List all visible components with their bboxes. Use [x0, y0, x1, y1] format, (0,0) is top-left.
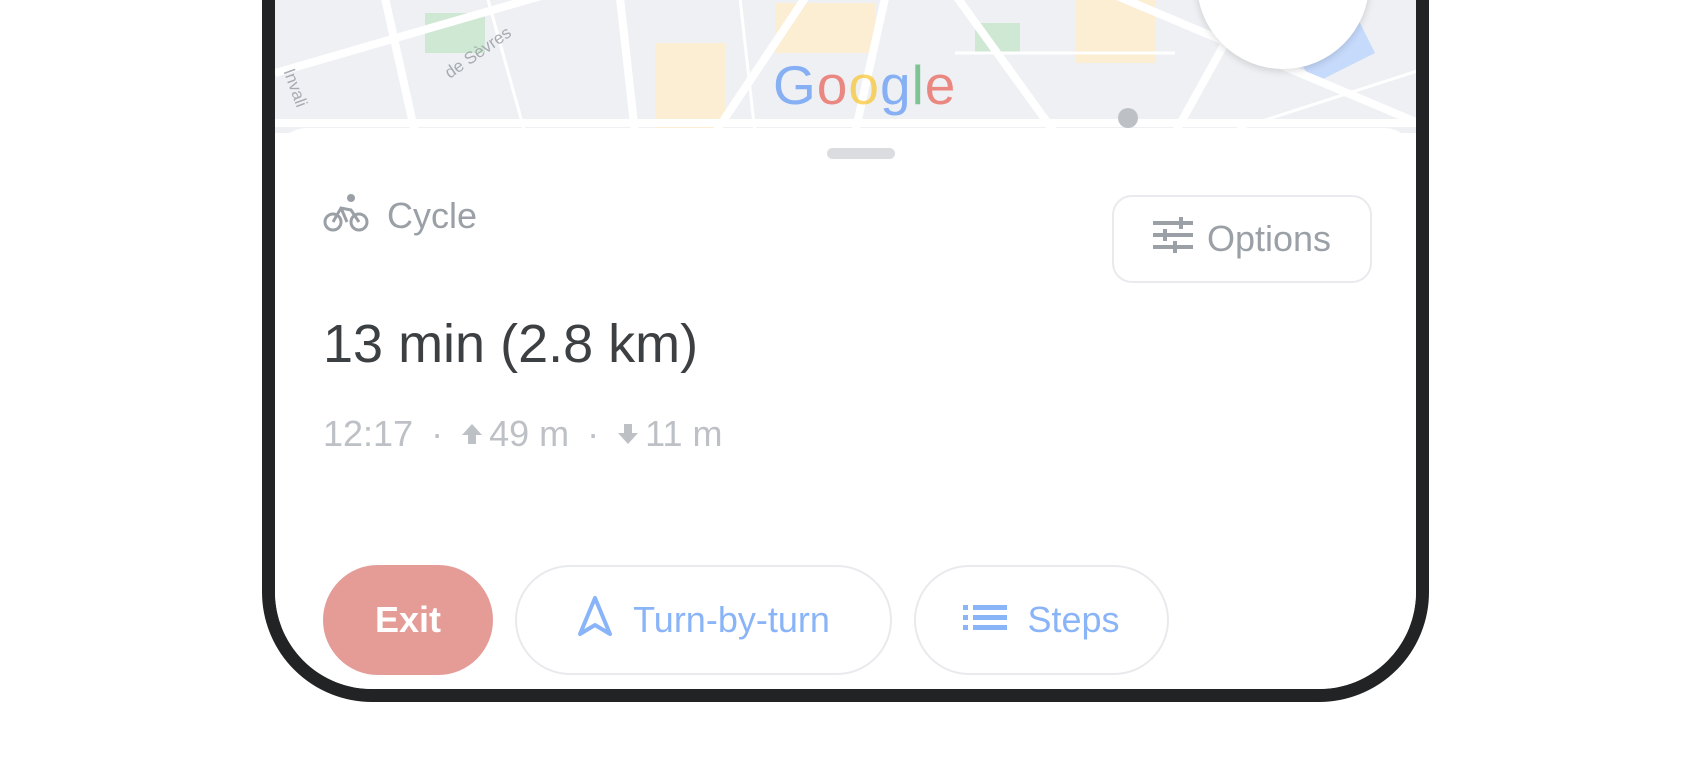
list-icon [963, 599, 1008, 641]
ascent-value: 49 m [489, 413, 570, 454]
route-meta: 12:17 · 49 m · 11 m [323, 413, 723, 455]
steps-label: Steps [1027, 599, 1120, 640]
tune-sliders-icon [1152, 216, 1193, 262]
travel-mode-label: Cycle [387, 194, 478, 236]
descent-arrow-icon [617, 422, 639, 446]
separator: · [587, 413, 600, 454]
travel-mode: Cycle [323, 192, 477, 239]
exit-button[interactable]: Exit [323, 565, 493, 675]
options-button[interactable]: Options [1112, 195, 1372, 283]
route-duration: 13 min (2.8 km) [323, 314, 699, 374]
google-logo: Google [773, 54, 957, 116]
action-buttons: Exit Turn-by-turn Steps [323, 565, 1169, 675]
navigation-arrow-icon [577, 595, 613, 646]
turn-by-turn-button[interactable]: Turn-by-turn [515, 565, 892, 675]
turn-by-turn-label: Turn-by-turn [633, 599, 830, 640]
sheet-drag-handle[interactable] [827, 148, 895, 159]
ascent-arrow-icon [461, 422, 483, 446]
steps-button[interactable]: Steps [914, 565, 1169, 675]
phone-frame: de Sèvres Invali Google Cycle Options 13… [262, 0, 1429, 702]
map-view[interactable]: de Sèvres Invali Google [275, 0, 1416, 133]
directions-sheet: Cycle Options 13 min (2.8 km) 12:17 · 49… [275, 128, 1416, 689]
options-label: Options [1206, 218, 1332, 259]
bicycle-icon [323, 192, 369, 239]
descent-value: 11 m [645, 413, 723, 454]
arrival-time: 12:17 [323, 413, 414, 454]
separator: · [431, 413, 444, 454]
exit-label: Exit [374, 599, 442, 640]
